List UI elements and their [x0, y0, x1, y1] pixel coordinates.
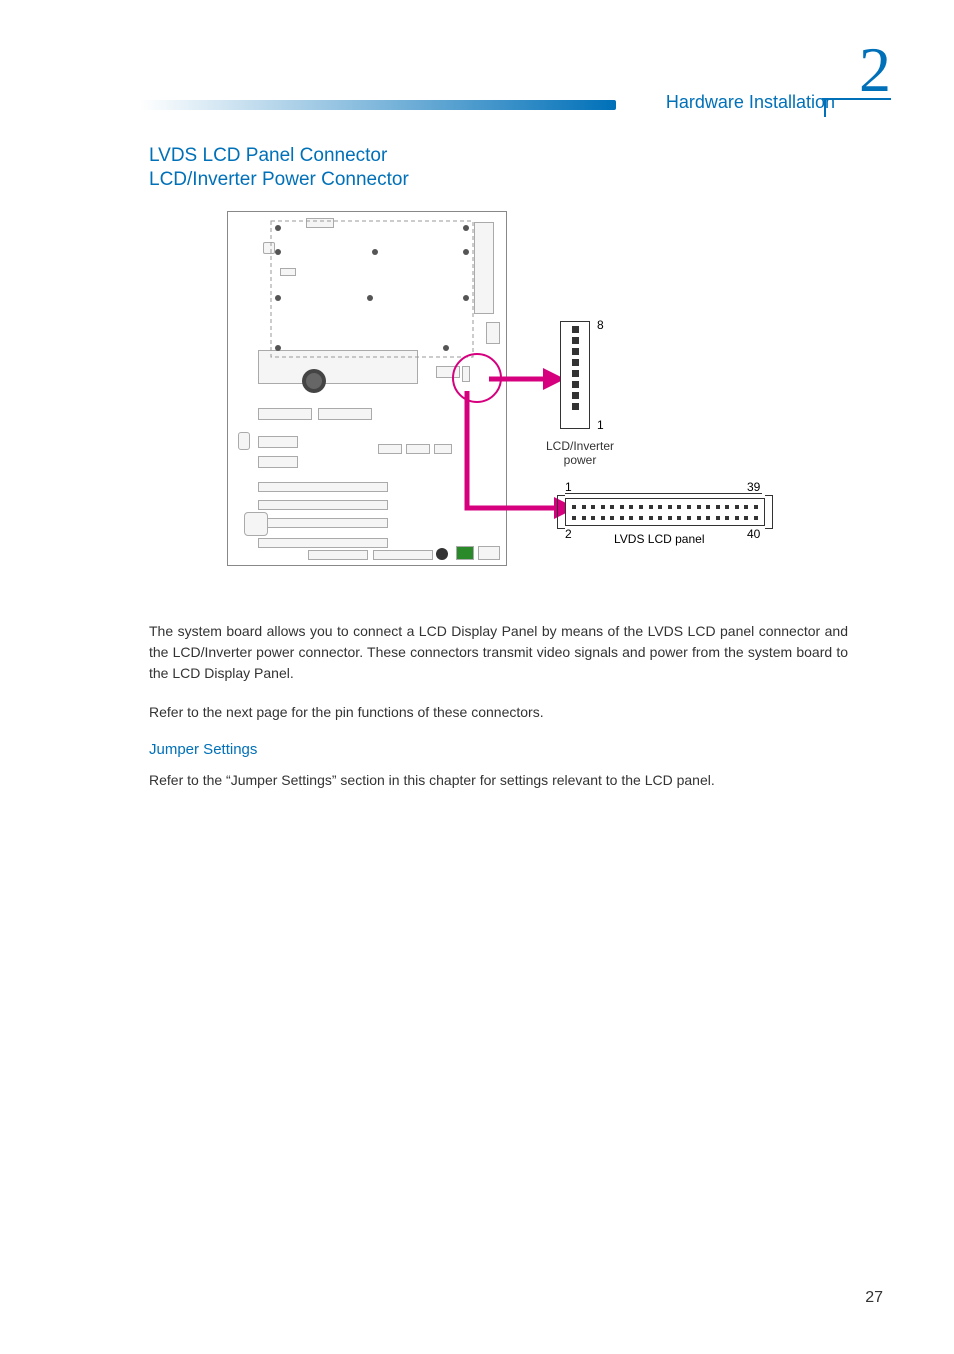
- lvds-top-rule: [565, 493, 762, 494]
- connector-diagram: 8 1 LCD/Inverter power 1 39 2: [227, 211, 847, 601]
- lvds-pin-1: 1: [565, 480, 572, 494]
- chapter-number: 2: [859, 38, 891, 102]
- lcd-inverter-connector: [560, 321, 590, 429]
- section-title-line-1: LVDS LCD Panel Connector: [149, 145, 848, 167]
- lvds-connector: [565, 498, 765, 526]
- lvds-label: LVDS LCD panel: [614, 532, 705, 546]
- header-gradient-bar: [140, 100, 616, 110]
- lvds-bracket-right: [765, 495, 773, 529]
- lvds-pin-40: 40: [747, 527, 760, 541]
- chapter-title: Hardware Installation: [666, 92, 835, 113]
- page-content: LVDS LCD Panel Connector LCD/Inverter Po…: [149, 145, 848, 809]
- section-title-line-2: LCD/Inverter Power Connector: [149, 169, 848, 191]
- lcd-inverter-label: LCD/Inverter power: [540, 439, 620, 467]
- lvds-bracket-left: [557, 495, 565, 529]
- page-header: Hardware Installation 2: [140, 38, 891, 108]
- page-number: 27: [865, 1289, 883, 1307]
- arrow-to-lcd-inverter: [489, 361, 569, 401]
- subsection-jumper-settings: Jumper Settings: [149, 741, 848, 758]
- lcd-inverter-pin-1: 1: [597, 418, 604, 432]
- paragraph-2: Refer to the next page for the pin funct…: [149, 702, 848, 723]
- paragraph-3: Refer to the “Jumper Settings” section i…: [149, 770, 848, 791]
- paragraph-1: The system board allows you to connect a…: [149, 621, 848, 684]
- lvds-pin-39: 39: [747, 480, 760, 494]
- header-rule-vert: [824, 100, 826, 117]
- lcd-inverter-pin-8: 8: [597, 318, 604, 332]
- lvds-pin-2: 2: [565, 527, 572, 541]
